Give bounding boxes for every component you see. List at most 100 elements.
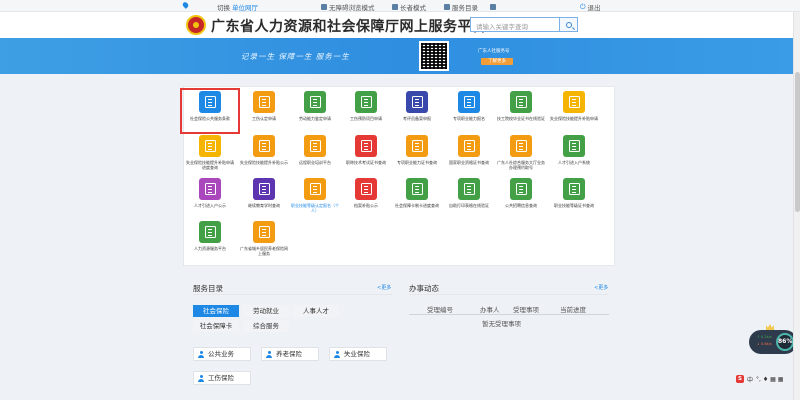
ime-toolbar[interactable]: S 中 °, ♦ ▦ ▦ [736, 374, 783, 384]
person-icon [198, 351, 204, 358]
service-icon [355, 91, 377, 113]
ime-logo-icon: S [736, 375, 744, 383]
service-item[interactable]: 失业保险技能提升补贴公示 [240, 135, 288, 165]
service-label: 广东人社综合服务大厅业务办理预约取号 [497, 160, 545, 170]
service-label: 工伤认定申请 [252, 116, 276, 121]
service-item[interactable]: 广东省城乡居民养老保险网上服务 [240, 221, 288, 256]
service-item[interactable]: 失业保险技能提升补贴申请进度查询 [186, 135, 234, 170]
column-header-progress: 当前进度 [560, 306, 586, 314]
service-item[interactable]: 远程职业培训平台 [291, 135, 339, 165]
service-label: 技工院校毕业证书在线验证 [497, 116, 545, 121]
barrier-free-toggle[interactable]: 无障碍浏览模式 [321, 2, 375, 12]
ime-mode[interactable]: 中 [747, 375, 753, 384]
service-icon [304, 178, 326, 200]
service-item[interactable]: 技工院校毕业证书在线验证 [497, 91, 545, 121]
service-icon [355, 178, 377, 200]
service-item[interactable]: 工伤认定申请 [240, 91, 288, 121]
service-directory-label: 服务目录 [452, 4, 478, 12]
service-label: 工伤预防项目申请 [350, 116, 382, 121]
service-item[interactable]: 国家职业资格证书查询 [445, 135, 493, 165]
learn-more-button[interactable]: 了解更多 [481, 58, 513, 65]
chip-public-affairs[interactable]: 公共业务 [193, 347, 251, 361]
site-header: 广东省人力资源和社会保障厅网上服务平台 请输入关键字查询 [0, 12, 800, 38]
chip-label: 失业保险 [344, 350, 370, 358]
location-switch[interactable] [181, 1, 190, 9]
service-label: 职业技能等级证书查询 [554, 203, 594, 208]
site-title: 广东省人力资源和社会保障厅网上服务平台 [211, 19, 487, 35]
service-item[interactable]: 广东人社综合服务大厅业务办理预约取号 [497, 135, 545, 170]
service-item[interactable]: 职称技术考试证书查询 [342, 135, 390, 165]
chevron-down-icon [490, 4, 496, 10]
service-label: 继续教育学时查询 [248, 203, 280, 208]
search-button[interactable] [560, 17, 578, 32]
service-icon [458, 135, 480, 157]
chip-work-injury-insurance[interactable]: 工伤保险 [193, 371, 251, 385]
service-icon [563, 178, 585, 200]
service-label: 人才引进入户系统 [558, 160, 590, 165]
tab-personnel[interactable]: 人事人才 [293, 305, 339, 317]
service-item[interactable]: 考评员备案申报 [393, 91, 441, 121]
column-header-applicant: 办事人 [480, 306, 500, 314]
tab-integrated-services[interactable]: 综合服务 [243, 320, 289, 332]
service-item[interactable]: 职业技能等级认定报名（个人） [291, 178, 339, 213]
service-label: 自助打印表格在线验证 [449, 203, 489, 208]
chip-pension-insurance[interactable]: 养老保险 [261, 347, 319, 361]
person-icon [334, 351, 340, 358]
service-icon [406, 91, 428, 113]
scrollbar-thumb[interactable] [795, 72, 800, 212]
service-item[interactable]: 失业保险技能提升补贴申请 [550, 91, 598, 121]
chip-label: 工伤保险 [208, 374, 234, 382]
switch-link[interactable]: 切换 单位网厅 [217, 2, 258, 12]
service-item[interactable]: 专项职业能力报名 [445, 91, 493, 121]
column-header-accept-no: 受理编号 [427, 306, 453, 314]
divider [193, 294, 393, 295]
service-icon [253, 135, 275, 157]
location-pin-icon [181, 1, 190, 9]
service-icon [199, 221, 221, 243]
service-icon [510, 178, 532, 200]
hero-banner: 记录一生 保障一生 服务一生 广东人社服务号 了解更多 [0, 38, 800, 74]
logout-link[interactable]: ⏻ 退出 [580, 2, 601, 13]
tab-employment[interactable]: 劳动就业 [243, 305, 289, 317]
service-icon [510, 135, 532, 157]
affairs-empty-message: 暂无受理事项 [482, 320, 521, 328]
service-item[interactable]: 专项职业能力证书查询 [393, 135, 441, 165]
service-item[interactable]: 工伤预防项目申请 [342, 91, 390, 121]
service-directory-link[interactable]: 服务目录 [444, 2, 496, 12]
service-icon [406, 178, 428, 200]
service-item[interactable]: 劳动能力鉴定申请 [291, 91, 339, 121]
service-item[interactable]: 继续教育学时查询 [240, 178, 288, 208]
service-label: 专项职业能力证书查询 [397, 160, 437, 165]
service-label: 失业保险技能提升补贴公示 [240, 160, 288, 165]
service-label: 社会保障卡制卡进度查询 [395, 203, 439, 208]
top-utility-bar: 切换 单位网厅 无障碍浏览模式 长者模式 服务目录 ⏻ 退出 [0, 0, 800, 12]
service-icon [406, 135, 428, 157]
vertical-scrollbar[interactable] [793, 12, 800, 400]
service-label: 人力资源服务平台 [194, 246, 226, 251]
service-label: 劳动能力鉴定申请 [299, 116, 331, 121]
service-item[interactable]: 职业技能等级证书查询 [550, 178, 598, 208]
elder-mode-toggle[interactable]: 长者模式 [392, 2, 426, 12]
service-item[interactable]: 人才引进入户公示 [186, 178, 234, 208]
ime-symbols[interactable]: °, ♦ ▦ ▦ [756, 376, 783, 383]
tab-social-insurance[interactable]: 社会保险 [193, 305, 239, 317]
service-item[interactable]: 自助打印表格在线验证 [445, 178, 493, 208]
current-location: 单位网厅 [232, 4, 258, 12]
service-item[interactable]: 档案补贴公示 [342, 178, 390, 208]
chip-unemployment-insurance[interactable]: 失业保险 [329, 347, 387, 361]
network-speed-widget[interactable]: ↑ 0.2k/s ↓ 0.6k/s 86% [749, 330, 797, 354]
services-panel: 社会保险公共服务条款 工伤认定申请 劳动能力鉴定申请 工伤预防项目申请 考评员备案申报专… [180, 86, 615, 266]
search-input[interactable]: 请输入关键字查询 [470, 17, 560, 32]
service-item[interactable]: 人才引进入户系统 [550, 135, 598, 165]
service-directory-more-link[interactable]: <更多 [377, 284, 391, 291]
site-logo-icon [186, 15, 206, 35]
follow-text: 广东人社服务号 [478, 49, 510, 54]
service-item[interactable]: 公共招聘信息查询 [497, 178, 545, 208]
service-label: 职称技术考试证书查询 [346, 160, 386, 165]
tab-social-security-card[interactable]: 社会保障卡 [193, 320, 239, 332]
affairs-more-link[interactable]: <更多 [594, 284, 608, 291]
service-item[interactable]: 社会保障卡制卡进度查询 [393, 178, 441, 208]
download-rate: ↓ 0.6k/s [757, 342, 772, 346]
service-item[interactable]: 人力资源服务平台 [186, 221, 234, 251]
switch-label: 切换 [217, 4, 230, 12]
